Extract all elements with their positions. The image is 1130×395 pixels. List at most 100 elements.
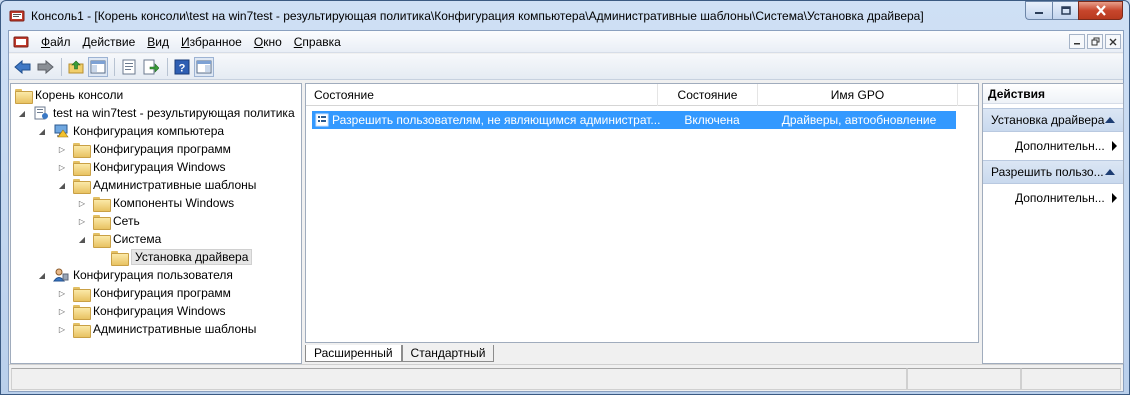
- tree-item-label: Конфигурация пользователя: [73, 268, 233, 282]
- menu-action[interactable]: Действие: [77, 35, 142, 49]
- actions-more-label: Дополнительн...: [1015, 191, 1105, 205]
- menu-file-label: айл: [50, 34, 71, 49]
- tree-item-console-root[interactable]: Корень консоли: [15, 86, 123, 104]
- expand-arrow-icon[interactable]: ▷: [77, 198, 87, 208]
- collapse-section-icon[interactable]: [1105, 169, 1115, 175]
- actions-section-policy-setting[interactable]: Разрешить пользо...: [983, 160, 1123, 184]
- export-list-icon[interactable]: [141, 57, 161, 77]
- tree-item-network[interactable]: ▷ Сеть: [77, 212, 140, 230]
- menu-window[interactable]: Окно: [248, 35, 288, 49]
- main-panes: Корень консоли ◢ test на win7test - резу…: [9, 81, 1124, 364]
- forward-arrow-icon[interactable]: [35, 57, 55, 77]
- tree-item-system[interactable]: ◢ Система: [77, 230, 161, 248]
- tree-item-driver-installation[interactable]: Установка драйвера: [111, 248, 253, 266]
- window-title: Консоль1 - [Корень консоли\test на win7t…: [31, 8, 924, 23]
- toolbar-separator: [114, 57, 115, 76]
- submenu-arrow-icon: [1112, 193, 1117, 203]
- actions-pane: Действия Установка драйвера Дополнительн…: [982, 83, 1124, 364]
- tree-item-label: Конфигурация Windows: [93, 160, 226, 174]
- toolbar-separator: [61, 57, 62, 76]
- minimize-button[interactable]: [1025, 1, 1052, 20]
- tree-item-windows-components[interactable]: ▷ Компоненты Windows: [77, 194, 234, 212]
- tree-item-user-admin-templates[interactable]: ▷ Административные шаблоны: [57, 320, 256, 338]
- menu-window-label: кно: [263, 34, 282, 49]
- tree-item-computer-config[interactable]: ◢ Конфигурация компьютера: [37, 122, 224, 140]
- collapse-arrow-icon[interactable]: ◢: [17, 108, 27, 118]
- tab-extended[interactable]: Расширенный: [305, 345, 402, 362]
- column-header-state[interactable]: Состояние: [658, 84, 758, 106]
- menu-view[interactable]: Вид: [141, 35, 175, 49]
- show-hide-tree-icon[interactable]: [88, 56, 108, 77]
- tab-standard[interactable]: Стандартный: [401, 345, 495, 362]
- close-button[interactable]: [1078, 1, 1123, 20]
- folder-icon: [73, 142, 91, 158]
- up-folder-icon[interactable]: [66, 57, 86, 77]
- child-close-button[interactable]: [1105, 34, 1121, 49]
- menu-file-accel: Ф: [41, 34, 51, 49]
- console-frame: Файл Действие Вид Избранное Окно Справка: [8, 30, 1124, 392]
- tree-item-user-config[interactable]: ◢ Конфигурация пользователя: [37, 266, 233, 284]
- column-header-setting[interactable]: Состояние: [306, 84, 658, 106]
- menu-file[interactable]: Файл: [35, 35, 77, 49]
- tree-item-label: Конфигурация программ: [93, 286, 231, 300]
- folder-icon: [73, 322, 91, 338]
- svg-text:?: ?: [179, 62, 186, 74]
- expand-arrow-icon[interactable]: ▷: [77, 216, 87, 226]
- tree-item-label: test на win7test - результирующая полити…: [53, 106, 295, 120]
- menu-help[interactable]: Справка: [288, 35, 347, 49]
- back-arrow-icon[interactable]: [13, 57, 33, 77]
- tree-item-label: Административные шаблоны: [93, 322, 257, 336]
- help-icon[interactable]: ?: [172, 57, 192, 77]
- child-minimize-button[interactable]: [1069, 34, 1085, 49]
- status-bar: [9, 364, 1123, 391]
- child-window-icon[interactable]: [13, 35, 29, 49]
- actions-more-label: Дополнительн...: [1015, 139, 1105, 153]
- folder-icon: [73, 160, 91, 176]
- tree-item-user-windows-settings[interactable]: ▷ Конфигурация Windows: [57, 302, 226, 320]
- list-cell-gpo: Драйверы, автообновление: [781, 113, 937, 127]
- expand-arrow-icon[interactable]: ▷: [57, 162, 67, 172]
- mmc-window: Консоль1 - [Корень консоли\test на win7t…: [0, 0, 1130, 395]
- menu-action-accel: Д: [82, 34, 91, 49]
- list-item[interactable]: Разрешить пользователям, не являющимся а…: [312, 111, 956, 129]
- tree-item-rsop[interactable]: ◢ test на win7test - результирующая поли…: [17, 104, 295, 122]
- list-header: Состояние Состояние Имя GPO: [306, 84, 978, 106]
- collapse-arrow-icon[interactable]: ◢: [37, 270, 47, 280]
- show-hide-action-pane-icon[interactable]: [194, 56, 214, 77]
- properties-icon[interactable]: [119, 57, 139, 77]
- tree-item-label: Сеть: [113, 214, 140, 228]
- folder-icon: [73, 286, 91, 302]
- menu-favorites-label: збранное: [189, 34, 242, 49]
- menu-help-label: правка: [302, 34, 341, 49]
- submenu-arrow-icon: [1112, 141, 1117, 151]
- expand-arrow-icon[interactable]: ▷: [57, 324, 67, 334]
- folder-icon: [15, 88, 33, 104]
- tree-item-label: Установка драйвера: [131, 249, 253, 265]
- collapse-section-icon[interactable]: [1105, 117, 1115, 123]
- title-bar[interactable]: Консоль1 - [Корень консоли\test на win7t…: [1, 1, 1129, 30]
- collapse-arrow-icon[interactable]: ◢: [77, 234, 87, 244]
- folder-icon: [73, 304, 91, 320]
- actions-section-label: Разрешить пользо...: [991, 165, 1104, 179]
- actions-section-driver-installation[interactable]: Установка драйвера: [983, 108, 1123, 132]
- tree-item-user-software-settings[interactable]: ▷ Конфигурация программ: [57, 284, 231, 302]
- collapse-arrow-icon[interactable]: ◢: [37, 126, 47, 136]
- column-header-gpo-name[interactable]: Имя GPO: [758, 84, 958, 106]
- actions-more-item[interactable]: Дополнительн...: [983, 184, 1123, 212]
- expand-arrow-icon[interactable]: ▷: [57, 306, 67, 316]
- tree-item-windows-settings[interactable]: ▷ Конфигурация Windows: [57, 158, 226, 176]
- tree-item-software-settings[interactable]: ▷ Конфигурация программ: [57, 140, 231, 158]
- result-list: Состояние Состояние Имя GPO Разрешить по…: [305, 83, 979, 343]
- child-restore-button[interactable]: [1087, 34, 1103, 49]
- console-tree: Корень консоли ◢ test на win7test - резу…: [10, 83, 302, 364]
- expand-arrow-icon[interactable]: ▷: [57, 144, 67, 154]
- menu-favorites[interactable]: Избранное: [175, 35, 248, 49]
- maximize-button[interactable]: [1052, 1, 1078, 20]
- tree-item-label: Конфигурация компьютера: [73, 124, 225, 138]
- mmc-app-icon: [9, 8, 25, 24]
- expand-arrow-icon[interactable]: ▷: [57, 288, 67, 298]
- menu-action-label: ействие: [90, 34, 136, 49]
- collapse-arrow-icon[interactable]: ◢: [57, 180, 67, 190]
- actions-more-item[interactable]: Дополнительн...: [983, 132, 1123, 160]
- tree-item-admin-templates[interactable]: ◢ Административные шаблоны: [57, 176, 256, 194]
